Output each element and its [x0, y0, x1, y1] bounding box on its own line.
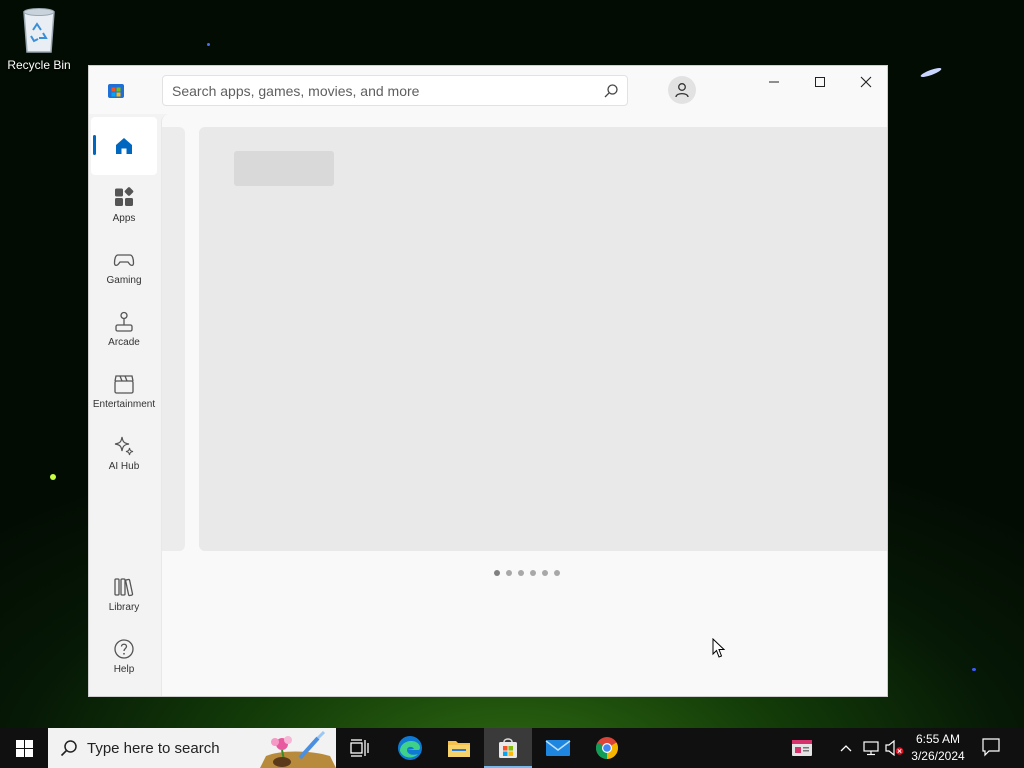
carousel-dot[interactable] [530, 570, 536, 576]
sidebar-item-home[interactable] [91, 117, 157, 175]
gamepad-icon [113, 254, 135, 267]
store-search-input[interactable] [172, 76, 592, 105]
store-search-box[interactable] [162, 75, 628, 106]
chrome-icon [596, 737, 618, 759]
minimize-button[interactable] [751, 66, 797, 98]
volume-muted-icon [885, 740, 904, 756]
carousel-dot[interactable] [506, 570, 512, 576]
sidebar-item-label: Help [113, 664, 135, 675]
clock-date: 3/26/2024 [911, 749, 965, 763]
home-icon [116, 138, 132, 154]
sidebar-item-arcade[interactable]: Arcade [91, 303, 157, 361]
sidebar-item-entertainment[interactable]: Entertainment [91, 365, 157, 423]
file-explorer-taskbar-button[interactable] [435, 728, 483, 768]
desktop-star [207, 43, 210, 46]
title-bar [89, 66, 887, 114]
edge-icon [398, 736, 422, 760]
sidebar-item-gaming[interactable]: Gaming [91, 241, 157, 299]
desktop-star [972, 668, 976, 671]
loading-skeleton [234, 151, 334, 186]
account-button[interactable] [668, 76, 696, 104]
user-icon [675, 83, 689, 98]
file-explorer-icon [448, 741, 470, 757]
taskbar-search-box[interactable] [48, 728, 336, 768]
microsoft-store-logo-icon [108, 84, 124, 98]
close-button[interactable] [843, 66, 887, 98]
sidebar-item-ai-hub[interactable]: AI Hub [91, 427, 157, 485]
edge-taskbar-button[interactable] [386, 728, 434, 768]
recycle-bin-label: Recycle Bin [7, 58, 71, 72]
minimize-icon [769, 81, 779, 83]
start-button[interactable] [0, 728, 48, 768]
taskbar: 6:55 AM 3/26/2024 [0, 728, 1024, 768]
help-icon [114, 639, 134, 659]
close-icon [860, 76, 872, 88]
carousel-pager [494, 570, 560, 576]
sidebar-item-apps[interactable]: Apps [91, 179, 157, 237]
library-icon [114, 578, 134, 597]
previous-hero-card[interactable] [162, 127, 185, 551]
sidebar-item-label: AI Hub [108, 461, 140, 472]
carousel-dot[interactable] [554, 570, 560, 576]
carousel-dot[interactable] [542, 570, 548, 576]
volume-button[interactable] [882, 728, 906, 768]
maximize-button[interactable] [797, 66, 843, 98]
search-icon[interactable] [603, 83, 619, 99]
carousel-dot[interactable] [494, 570, 500, 576]
mail-icon [545, 740, 571, 756]
microsoft-store-window: Apps Gaming Arcade Entertainment [88, 65, 888, 697]
network-button[interactable] [860, 728, 882, 768]
microsoft-store-icon [499, 738, 517, 758]
clapperboard-icon [114, 375, 134, 394]
sidebar-item-library[interactable]: Library [91, 568, 157, 626]
sidebar-item-help[interactable]: Help [91, 630, 157, 688]
maximize-icon [815, 77, 825, 87]
microsoft-store-taskbar-button[interactable] [484, 728, 532, 768]
task-view-button[interactable] [336, 728, 384, 768]
sidebar-item-label: Entertainment [92, 399, 156, 410]
desktop-firefly [50, 474, 56, 480]
hero-banner-placeholder[interactable] [199, 127, 887, 551]
news-widget-button[interactable] [778, 728, 826, 768]
main-content [161, 114, 887, 696]
task-view-icon [350, 739, 369, 757]
chrome-taskbar-button[interactable] [583, 728, 631, 768]
network-icon [863, 741, 879, 756]
mail-taskbar-button[interactable] [534, 728, 582, 768]
recycle-bin-icon [23, 8, 55, 53]
mouse-cursor-icon [712, 638, 726, 658]
notification-icon [982, 738, 1000, 757]
sidebar-item-label: Arcade [108, 337, 140, 348]
news-icon [792, 740, 812, 756]
sidebar-item-label: Apps [112, 213, 136, 224]
system-clock[interactable]: 6:55 AM 3/26/2024 [908, 731, 968, 765]
sparkle-icon [114, 436, 134, 456]
navigation-sidebar: Apps Gaming Arcade Entertainment AI Hub … [89, 114, 161, 696]
joystick-icon [115, 311, 133, 332]
sidebar-item-label: Gaming [106, 275, 142, 286]
action-center-button[interactable] [980, 736, 1004, 760]
chevron-up-icon [840, 745, 852, 752]
desktop-star [919, 66, 943, 79]
active-indicator [93, 135, 96, 155]
recycle-bin[interactable]: Recycle Bin [4, 6, 74, 72]
show-hidden-icons-button[interactable] [834, 728, 858, 768]
search-highlight-illustration-icon [260, 730, 336, 768]
carousel-dot[interactable] [518, 570, 524, 576]
search-icon [60, 740, 77, 757]
taskbar-search-input[interactable] [87, 728, 257, 768]
windows-logo-icon [15, 739, 33, 757]
clock-time: 6:55 AM [915, 732, 961, 746]
apps-icon [115, 187, 134, 206]
sidebar-item-label: Library [108, 602, 140, 613]
